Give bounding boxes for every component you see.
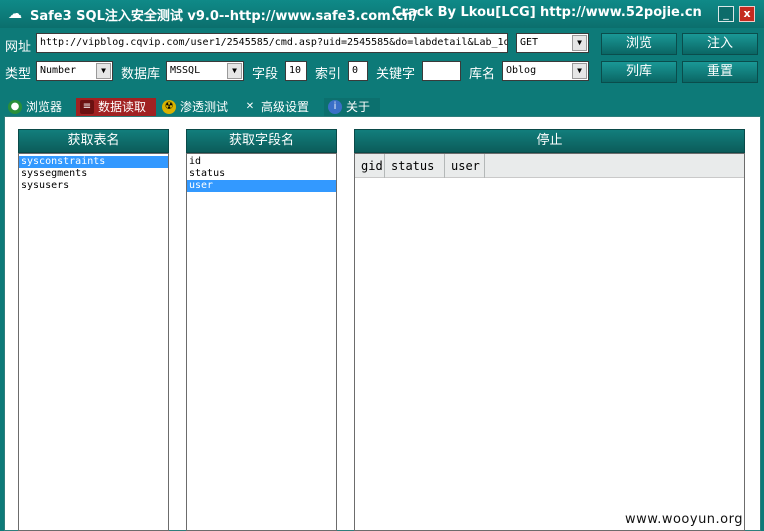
stop-button[interactable]: 停止 (354, 129, 745, 153)
dbname-label: 库名 (469, 67, 496, 82)
column-header-status[interactable]: status (385, 154, 445, 178)
db-value: MSSQL (170, 65, 201, 76)
fields-list[interactable]: id status user (186, 153, 337, 531)
tab-data-read-label: 数据读取 (98, 100, 147, 114)
url-label: 网址 (5, 40, 32, 55)
tab-browser[interactable]: ● 浏览器 (4, 98, 74, 116)
db-select[interactable]: MSSQL ▼ (166, 61, 244, 81)
dbname-value: Oblog (506, 65, 537, 76)
list-item[interactable]: user (187, 180, 336, 192)
tab-advanced[interactable]: ✕ 高级设置 (239, 98, 323, 116)
database-icon: ≡ (80, 100, 94, 114)
list-item[interactable]: id (187, 156, 336, 168)
field-count-input[interactable]: 10 (285, 61, 307, 81)
chevron-down-icon[interactable]: ▼ (96, 63, 111, 79)
type-select[interactable]: Number ▼ (36, 61, 113, 81)
keyword-input[interactable] (422, 61, 461, 81)
method-value: GET (520, 37, 539, 48)
list-item[interactable]: status (187, 168, 336, 180)
field-label: 字段 (252, 67, 279, 82)
keyword-label: 关键字 (376, 67, 416, 82)
index-label: 索引 (315, 67, 342, 82)
app-logo-icon: ☁ (8, 6, 22, 22)
window-title: Safe3 SQL注入安全测试 v9.0--http://www.safe3.c… (30, 9, 418, 24)
list-item[interactable]: sysconstraints (19, 156, 168, 168)
reset-button[interactable]: 重置 (682, 61, 758, 83)
tab-penetration[interactable]: ☢ 渗透测试 (158, 98, 236, 116)
method-select[interactable]: GET ▼ (516, 33, 589, 53)
crack-url: http://www.52pojie.cn (540, 5, 702, 20)
minimize-button[interactable]: _ (718, 6, 734, 22)
type-label: 类型 (5, 67, 32, 82)
chevron-down-icon[interactable]: ▼ (572, 35, 587, 51)
type-value: Number (40, 65, 77, 76)
results-grid[interactable]: gid status user (354, 153, 745, 531)
tab-browser-label: 浏览器 (26, 100, 63, 114)
globe-icon: ● (8, 100, 22, 114)
watermark: www.wooyun.org (625, 512, 744, 527)
column-header-gid[interactable]: gid (355, 154, 385, 178)
dbname-select[interactable]: Oblog ▼ (502, 61, 589, 81)
db-label: 数据库 (121, 67, 161, 82)
list-item[interactable]: syssegments (19, 168, 168, 180)
list-item[interactable]: sysusers (19, 180, 168, 192)
tab-advanced-label: 高级设置 (261, 100, 310, 114)
tab-about[interactable]: i 关于 (324, 98, 380, 116)
fields-header: 获取字段名 (186, 129, 337, 153)
column-header-user[interactable]: user (445, 154, 485, 178)
chevron-down-icon[interactable]: ▼ (572, 63, 587, 79)
crack-credit: Crack By Lkou[LCG] (392, 5, 536, 20)
close-button[interactable]: x (739, 6, 755, 22)
browse-button[interactable]: 浏览 (601, 33, 677, 55)
url-input[interactable]: http://vipblog.cqvip.com/user1/2545585/c… (36, 33, 508, 53)
tab-about-label: 关于 (346, 100, 371, 114)
tab-penetration-label: 渗透测试 (180, 100, 229, 114)
tools-icon: ✕ (245, 101, 255, 112)
tables-header: 获取表名 (18, 129, 169, 153)
list-db-button[interactable]: 列库 (601, 61, 677, 83)
tables-list[interactable]: sysconstraints syssegments sysusers (18, 153, 169, 531)
radiation-icon: ☢ (162, 100, 176, 114)
info-icon: i (328, 100, 342, 114)
index-input[interactable]: 0 (348, 61, 368, 81)
tab-data-read[interactable]: ≡ 数据读取 (76, 98, 156, 116)
inject-button[interactable]: 注入 (682, 33, 758, 55)
chevron-down-icon[interactable]: ▼ (227, 63, 242, 79)
grid-header-row: gid status user (355, 154, 744, 178)
